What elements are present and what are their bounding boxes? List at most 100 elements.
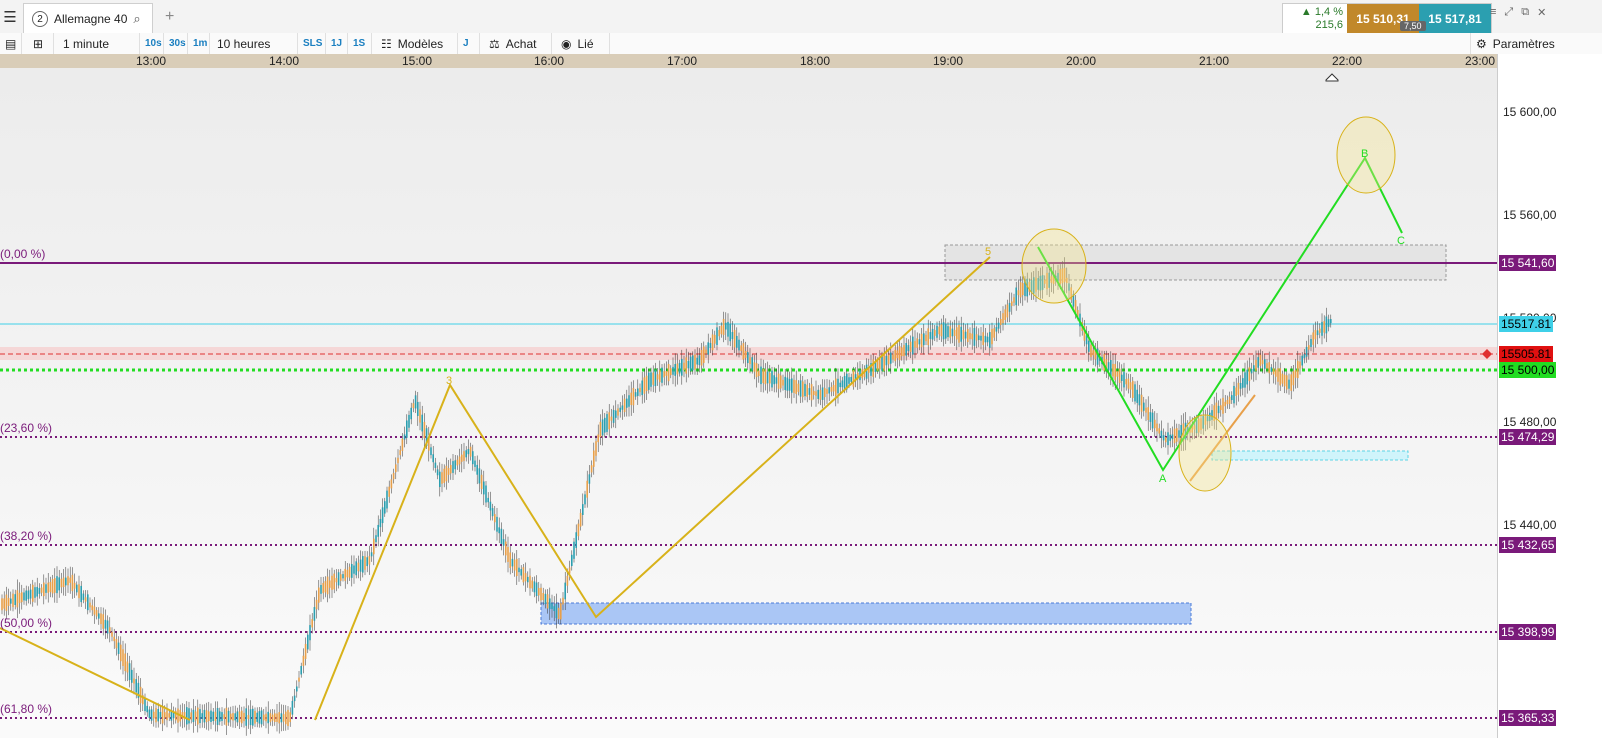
candle-body xyxy=(898,345,901,361)
candle-body xyxy=(909,341,912,352)
candle-body xyxy=(18,592,21,604)
candle-body xyxy=(1283,374,1286,387)
layout-button[interactable]: ⊞ xyxy=(28,33,54,54)
candle-body xyxy=(344,568,346,581)
candle-body xyxy=(54,578,56,593)
candle-body xyxy=(34,587,36,598)
candle-body xyxy=(419,409,421,423)
candle-body xyxy=(238,711,241,723)
wave-yellow-impulse[interactable] xyxy=(314,256,991,721)
timeframe-30s-button[interactable]: 30s xyxy=(164,33,188,54)
candle-body xyxy=(439,471,441,488)
settings-button[interactable]: ⚙ Paramètres xyxy=(1470,33,1570,54)
candle-body xyxy=(502,539,505,546)
search-icon[interactable]: ⌕ xyxy=(133,11,140,27)
buy-button[interactable]: ⚖ Achat xyxy=(484,33,552,54)
candle-body xyxy=(1321,321,1323,336)
candle-body xyxy=(29,589,32,599)
timeframe-10s-button[interactable]: 10s xyxy=(140,33,164,54)
buy-price-button[interactable]: 15 517,81 xyxy=(1419,4,1491,34)
candle-body xyxy=(472,451,474,465)
candle-body xyxy=(542,593,544,601)
list-button[interactable]: ▤ xyxy=(0,33,22,54)
candle-body xyxy=(245,708,247,726)
candle-body xyxy=(705,349,707,354)
candle-body xyxy=(1173,428,1176,444)
timeframe-select[interactable]: 1 minute xyxy=(58,33,140,54)
candle-body xyxy=(414,395,417,409)
day-button[interactable]: J xyxy=(458,33,480,54)
wave-label-B: B xyxy=(1361,148,1368,160)
linked-button[interactable]: ◉ Lié xyxy=(556,33,610,54)
range-1j-button[interactable]: 1J xyxy=(326,33,348,54)
candle-body xyxy=(599,421,602,438)
range-select[interactable]: 10 heures xyxy=(212,33,298,54)
candle-body xyxy=(720,325,723,335)
candle-body xyxy=(1319,328,1321,333)
candle-body xyxy=(487,497,489,503)
candle-body xyxy=(661,367,663,383)
candle-body xyxy=(1022,283,1024,296)
candle-body xyxy=(269,713,272,723)
candle-body xyxy=(216,707,219,725)
candle-body xyxy=(593,450,595,467)
range-sls-button[interactable]: SLS xyxy=(298,33,326,54)
candle-body xyxy=(1261,360,1264,365)
candle-body xyxy=(190,712,192,720)
candle-body xyxy=(483,481,485,495)
candle-body xyxy=(221,712,223,721)
candle-body xyxy=(810,384,813,401)
candle-body xyxy=(318,587,320,603)
candle-body xyxy=(524,573,527,582)
candle-body xyxy=(1006,304,1009,318)
target-zone[interactable] xyxy=(1211,450,1409,461)
candle-body xyxy=(1112,363,1114,377)
candle-body xyxy=(186,707,188,725)
wave5-circle[interactable] xyxy=(1021,228,1087,304)
timeframe-1m-button[interactable]: 1m xyxy=(188,33,210,54)
candle-body xyxy=(463,451,465,461)
candle-body xyxy=(894,350,896,362)
candle-body xyxy=(320,584,322,594)
candle-body xyxy=(1325,316,1328,334)
candle-body xyxy=(839,382,841,388)
candle-body xyxy=(329,580,331,588)
demand-zone[interactable] xyxy=(540,602,1192,625)
eye-icon: ◉ xyxy=(561,36,572,51)
candle-body xyxy=(903,345,905,356)
candle-body xyxy=(718,330,720,337)
candle-body xyxy=(377,524,379,537)
expand-icon[interactable]: ⤢ xyxy=(1504,6,1513,19)
waveA-circle[interactable] xyxy=(1178,414,1232,492)
candle-body xyxy=(573,541,575,559)
models-button[interactable]: ☷ Modèles xyxy=(376,33,458,54)
candle-body xyxy=(366,557,368,567)
close-icon[interactable]: ✕ xyxy=(1537,6,1546,19)
range-1s-button[interactable]: 1S xyxy=(348,33,372,54)
candle-body xyxy=(1125,379,1127,385)
candle-body xyxy=(212,711,214,722)
candle-body xyxy=(1143,402,1145,411)
candle-body xyxy=(575,532,577,548)
candle-body xyxy=(696,357,698,365)
tab-list-icon[interactable]: ≡ xyxy=(1490,6,1496,19)
chart-canvas[interactable]: 3 5 A B C xyxy=(0,54,1497,738)
candle-body xyxy=(641,380,643,396)
popout-icon[interactable]: ⧉ xyxy=(1521,6,1529,19)
plus-icon[interactable]: + xyxy=(165,8,174,26)
candle-body xyxy=(408,414,410,428)
menu-button[interactable]: ☰ xyxy=(0,0,20,34)
candle-body xyxy=(236,711,239,723)
candle-body xyxy=(1310,338,1312,348)
candle-body xyxy=(49,581,52,593)
candle-body xyxy=(122,649,124,666)
current-time-marker-icon[interactable] xyxy=(1325,73,1339,82)
price-tick: 15 480,00 xyxy=(1503,415,1557,429)
candle-body xyxy=(766,371,769,384)
candle-body xyxy=(230,713,232,720)
candle-body xyxy=(1158,428,1160,434)
candle-body xyxy=(1019,282,1022,298)
candle-body xyxy=(346,569,349,578)
instrument-tab[interactable]: 2 Allemagne 40 ⌕ xyxy=(23,3,153,34)
candle-body xyxy=(307,634,309,650)
